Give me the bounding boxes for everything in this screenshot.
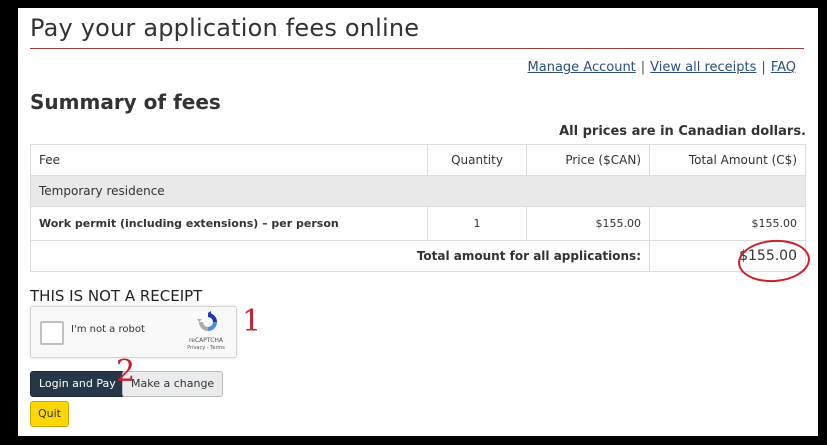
recaptcha-brand: reCAPTCHA xyxy=(188,337,224,344)
fee-total: $155.00 xyxy=(649,206,806,241)
fees-table: Fee Quantity Price ($CAN) Total Amount (… xyxy=(30,144,806,272)
title-divider xyxy=(30,48,804,49)
fee-price: $155.00 xyxy=(526,206,650,241)
total-column-header: Total Amount (C$) xyxy=(649,144,806,176)
handwritten-mark-2: 2 xyxy=(116,354,136,389)
total-label: Total amount for all applications: xyxy=(30,240,650,272)
category-row: Temporary residence xyxy=(30,175,806,207)
link-separator: | xyxy=(640,60,646,75)
view-all-receipts-link[interactable]: View all receipts xyxy=(650,60,756,75)
manage-account-link[interactable]: Manage Account xyxy=(528,60,636,75)
login-and-pay-button[interactable]: Login and Pay xyxy=(30,371,125,397)
recaptcha-icon xyxy=(197,311,219,337)
not-receipt-notice: THIS IS NOT A RECEIPT xyxy=(30,287,203,305)
recaptcha-widget: I'm not a robot reCAPTCHA Privacy - Term… xyxy=(30,306,237,358)
account-links: Manage Account | View all receipts | FAQ xyxy=(528,60,796,75)
link-separator: | xyxy=(761,60,766,75)
handwritten-mark-1: 1 xyxy=(242,304,262,339)
quit-button[interactable]: Quit xyxy=(30,401,69,427)
recaptcha-terms[interactable]: Privacy - Terms xyxy=(181,345,231,351)
faq-link[interactable]: FAQ xyxy=(771,60,796,75)
summary-heading: Summary of fees xyxy=(30,90,221,114)
currency-note: All prices are in Canadian dollars. xyxy=(559,124,806,139)
recaptcha-checkbox[interactable] xyxy=(40,321,64,345)
category-label: Temporary residence xyxy=(30,175,806,207)
table-row: Work permit (including extensions) – per… xyxy=(30,206,806,241)
make-a-change-button[interactable]: Make a change xyxy=(122,371,224,397)
fee-quantity: 1 xyxy=(427,206,527,241)
price-column-header: Price ($CAN) xyxy=(526,144,650,176)
table-header-row: Fee Quantity Price ($CAN) Total Amount (… xyxy=(30,144,806,176)
fee-column-header: Fee xyxy=(30,144,428,176)
page-title: Pay your application fees online xyxy=(30,14,420,42)
fee-name: Work permit (including extensions) – per… xyxy=(30,206,428,241)
quantity-column-header: Quantity xyxy=(427,144,527,176)
fee-payment-page: Pay your application fees online Manage … xyxy=(18,8,818,436)
total-row: Total amount for all applications: $155.… xyxy=(30,240,806,272)
recaptcha-label: I'm not a robot xyxy=(71,324,145,335)
